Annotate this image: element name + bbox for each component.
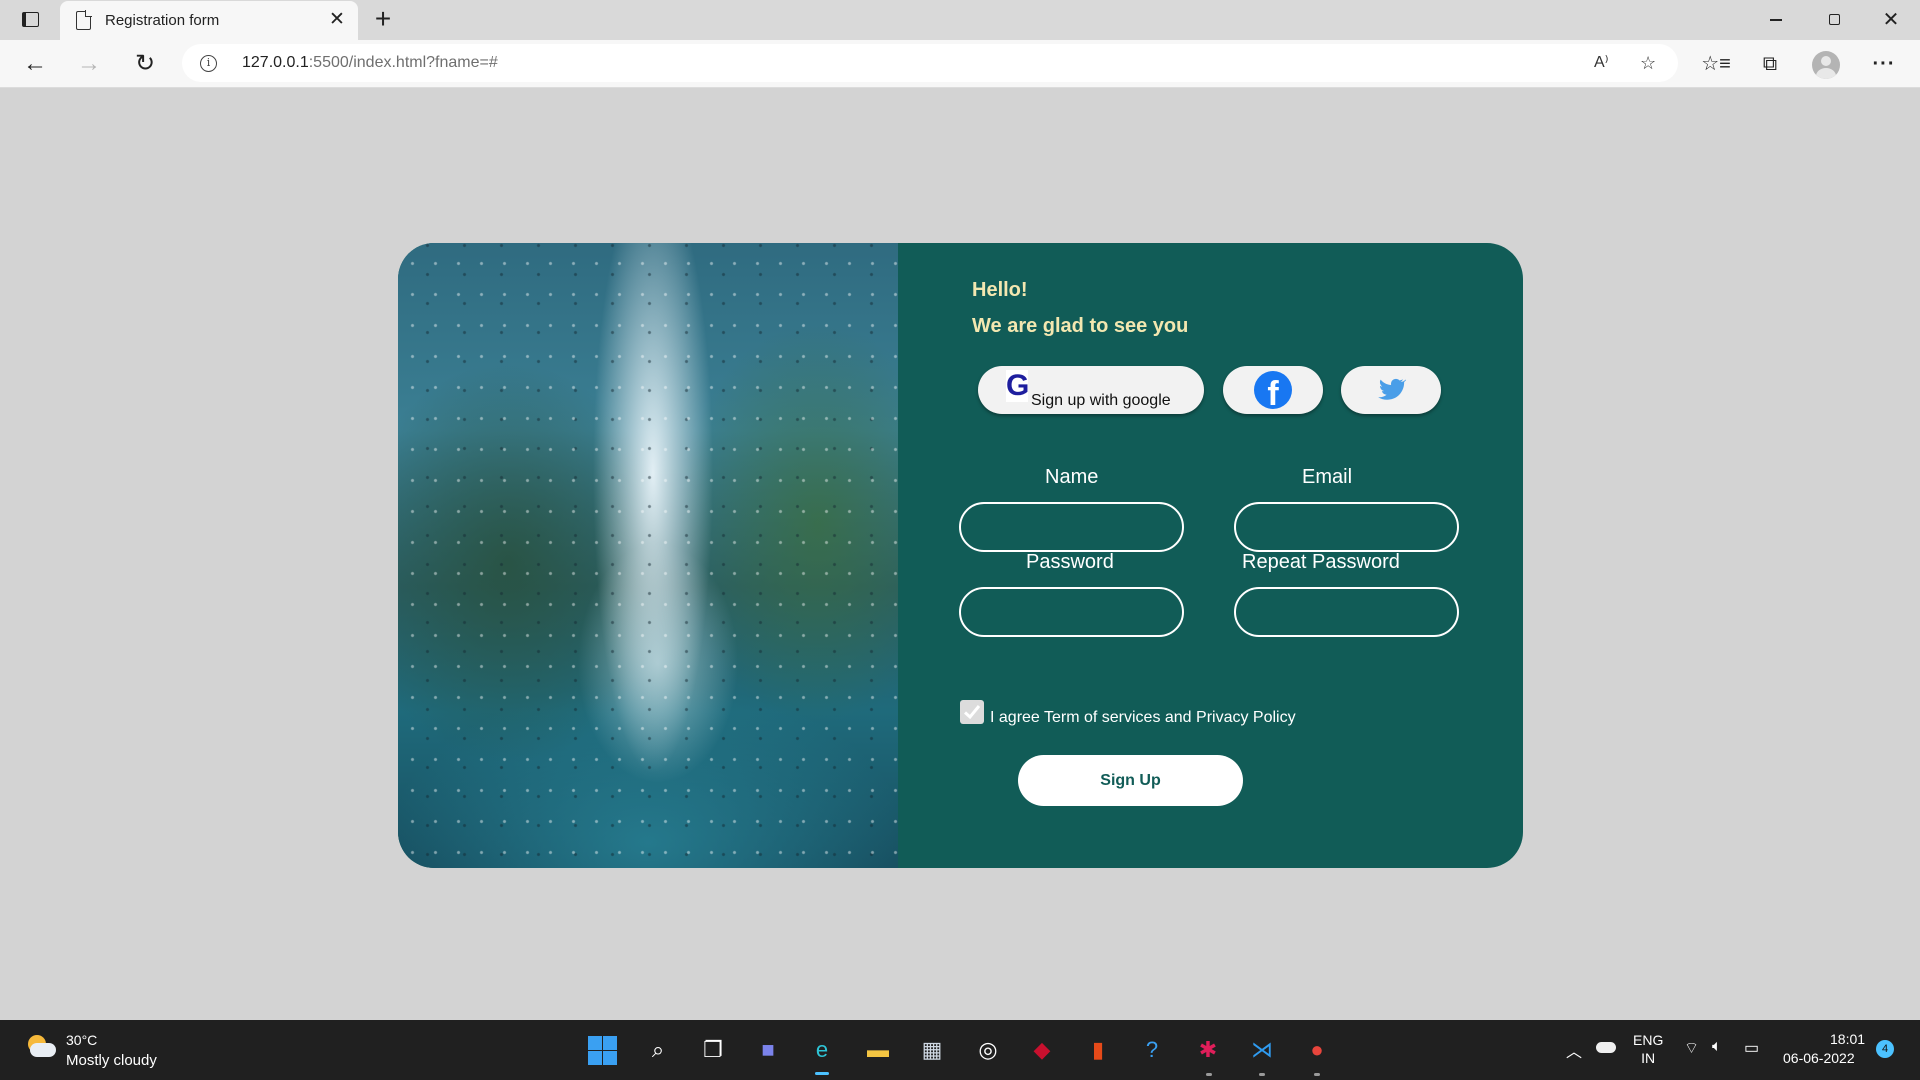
open-app-indicator: [1206, 1073, 1212, 1076]
url-text[interactable]: 127.0.0.1:5500/index.html?fname=#: [242, 54, 498, 72]
weather-description[interactable]: Mostly cloudy: [66, 1052, 157, 1069]
weather-cloudy-icon[interactable]: [26, 1035, 56, 1061]
taskbar: 30°C Mostly cloudy ⌕ ❐ ■ e ▬ ▦ ◎ ◆ ▮ ? ✱…: [0, 1020, 1920, 1080]
facebook-icon: f: [1254, 371, 1292, 409]
google-signup-label: Sign up with google: [1031, 392, 1171, 409]
feedback-hub-icon[interactable]: ?: [1136, 1034, 1168, 1066]
clock-date[interactable]: 06-06-2022: [1783, 1050, 1855, 1066]
teams-chat-icon[interactable]: ■: [752, 1034, 784, 1066]
chrome-icon[interactable]: ●: [1301, 1034, 1333, 1066]
add-favorite-icon[interactable]: ☆: [1640, 53, 1656, 73]
file-explorer-icon[interactable]: ▬: [862, 1034, 894, 1066]
browser-tab[interactable]: Registration form ✕: [60, 1, 358, 40]
twitter-signup-button[interactable]: [1341, 366, 1441, 414]
wifi-icon[interactable]: ⌔: [1684, 1038, 1699, 1058]
page-icon: [76, 10, 92, 30]
weather-temperature[interactable]: 30°C: [66, 1032, 97, 1048]
checkmark-icon: [963, 705, 981, 720]
clock-time[interactable]: 18:01: [1830, 1031, 1865, 1047]
email-input[interactable]: [1234, 502, 1459, 552]
collections-icon[interactable]: ⧉: [1754, 50, 1786, 78]
close-window-button[interactable]: ✕: [1871, 5, 1911, 35]
repeat-password-input[interactable]: [1234, 587, 1459, 637]
language-indicator[interactable]: ENG IN: [1633, 1031, 1663, 1067]
favorites-icon[interactable]: ☆≡: [1700, 50, 1732, 78]
agree-terms-text: I agree Term of services and Privacy Pol…: [990, 709, 1296, 726]
registration-form: Hello! We are glad to see you G Sign up …: [898, 243, 1523, 868]
sign-up-button[interactable]: Sign Up: [1018, 755, 1243, 806]
repeat-password-label: Repeat Password: [1242, 551, 1400, 573]
agree-checkbox[interactable]: [960, 700, 984, 724]
reload-button[interactable]: ↻: [128, 48, 162, 80]
greeting-title: Hello!: [972, 279, 1028, 301]
read-aloud-icon[interactable]: A⁾: [1594, 53, 1609, 73]
password-input[interactable]: [959, 587, 1184, 637]
language-region: IN: [1641, 1050, 1656, 1066]
open-app-indicator: [1314, 1073, 1320, 1076]
name-label: Name: [1045, 466, 1099, 488]
tab-title: Registration form: [105, 12, 220, 29]
name-input[interactable]: [959, 502, 1184, 552]
slack-icon[interactable]: ✱: [1192, 1034, 1224, 1066]
back-button[interactable]: ←: [18, 48, 52, 80]
search-icon[interactable]: ⌕: [642, 1034, 674, 1066]
address-toolbar: ← → ↻ i 127.0.0.1:5500/index.html?fname=…: [0, 40, 1920, 88]
more-menu-icon[interactable]: ···: [1868, 50, 1900, 78]
vscode-icon[interactable]: ⋊: [1246, 1034, 1278, 1066]
battery-icon[interactable]: ▭: [1744, 1038, 1759, 1058]
browser-tab-bar: Registration form ✕ + ✕: [0, 0, 1920, 40]
facebook-signup-button[interactable]: f: [1223, 366, 1323, 414]
twitter-icon: [1378, 378, 1406, 400]
rainy-street-image: [398, 243, 898, 868]
mcafee-icon[interactable]: ◆: [1026, 1034, 1058, 1066]
minimize-button[interactable]: [1756, 5, 1796, 35]
greeting-subtitle: We are glad to see you: [972, 315, 1189, 337]
tray-overflow-icon[interactable]: ︿: [1566, 1038, 1582, 1062]
profile-avatar[interactable]: [1812, 51, 1840, 79]
restore-button[interactable]: [1814, 5, 1854, 35]
google-icon: G: [1006, 369, 1030, 402]
password-label: Password: [1026, 551, 1114, 573]
google-signup-button[interactable]: G Sign up with google: [978, 366, 1204, 414]
edge-icon[interactable]: e: [806, 1034, 838, 1066]
volume-icon[interactable]: 🔈︎: [1712, 1038, 1722, 1056]
store-icon[interactable]: ▦: [916, 1034, 948, 1066]
active-app-indicator: [815, 1072, 829, 1075]
email-label: Email: [1302, 466, 1353, 488]
language-code: ENG: [1633, 1032, 1664, 1048]
task-view-icon[interactable]: ❐: [697, 1034, 729, 1066]
new-tab-button[interactable]: +: [368, 4, 398, 34]
notification-badge[interactable]: 4: [1876, 1040, 1894, 1058]
url-path: :5500/index.html?fname=#: [308, 54, 498, 71]
forward-button[interactable]: →: [72, 48, 106, 80]
url-host: 127.0.0.1: [242, 54, 309, 71]
tab-actions-icon[interactable]: [14, 8, 48, 32]
github-icon[interactable]: ◎: [972, 1034, 1004, 1066]
address-bar[interactable]: i 127.0.0.1:5500/index.html?fname=# A⁾ ☆: [182, 44, 1678, 82]
open-app-indicator: [1259, 1073, 1265, 1076]
tab-close-icon[interactable]: ✕: [326, 9, 348, 31]
site-info-icon[interactable]: i: [200, 55, 217, 72]
registration-card: Hello! We are glad to see you G Sign up …: [398, 243, 1523, 868]
onedrive-icon[interactable]: [1596, 1042, 1616, 1053]
office-icon[interactable]: ▮: [1082, 1034, 1114, 1066]
start-icon[interactable]: [586, 1034, 618, 1066]
